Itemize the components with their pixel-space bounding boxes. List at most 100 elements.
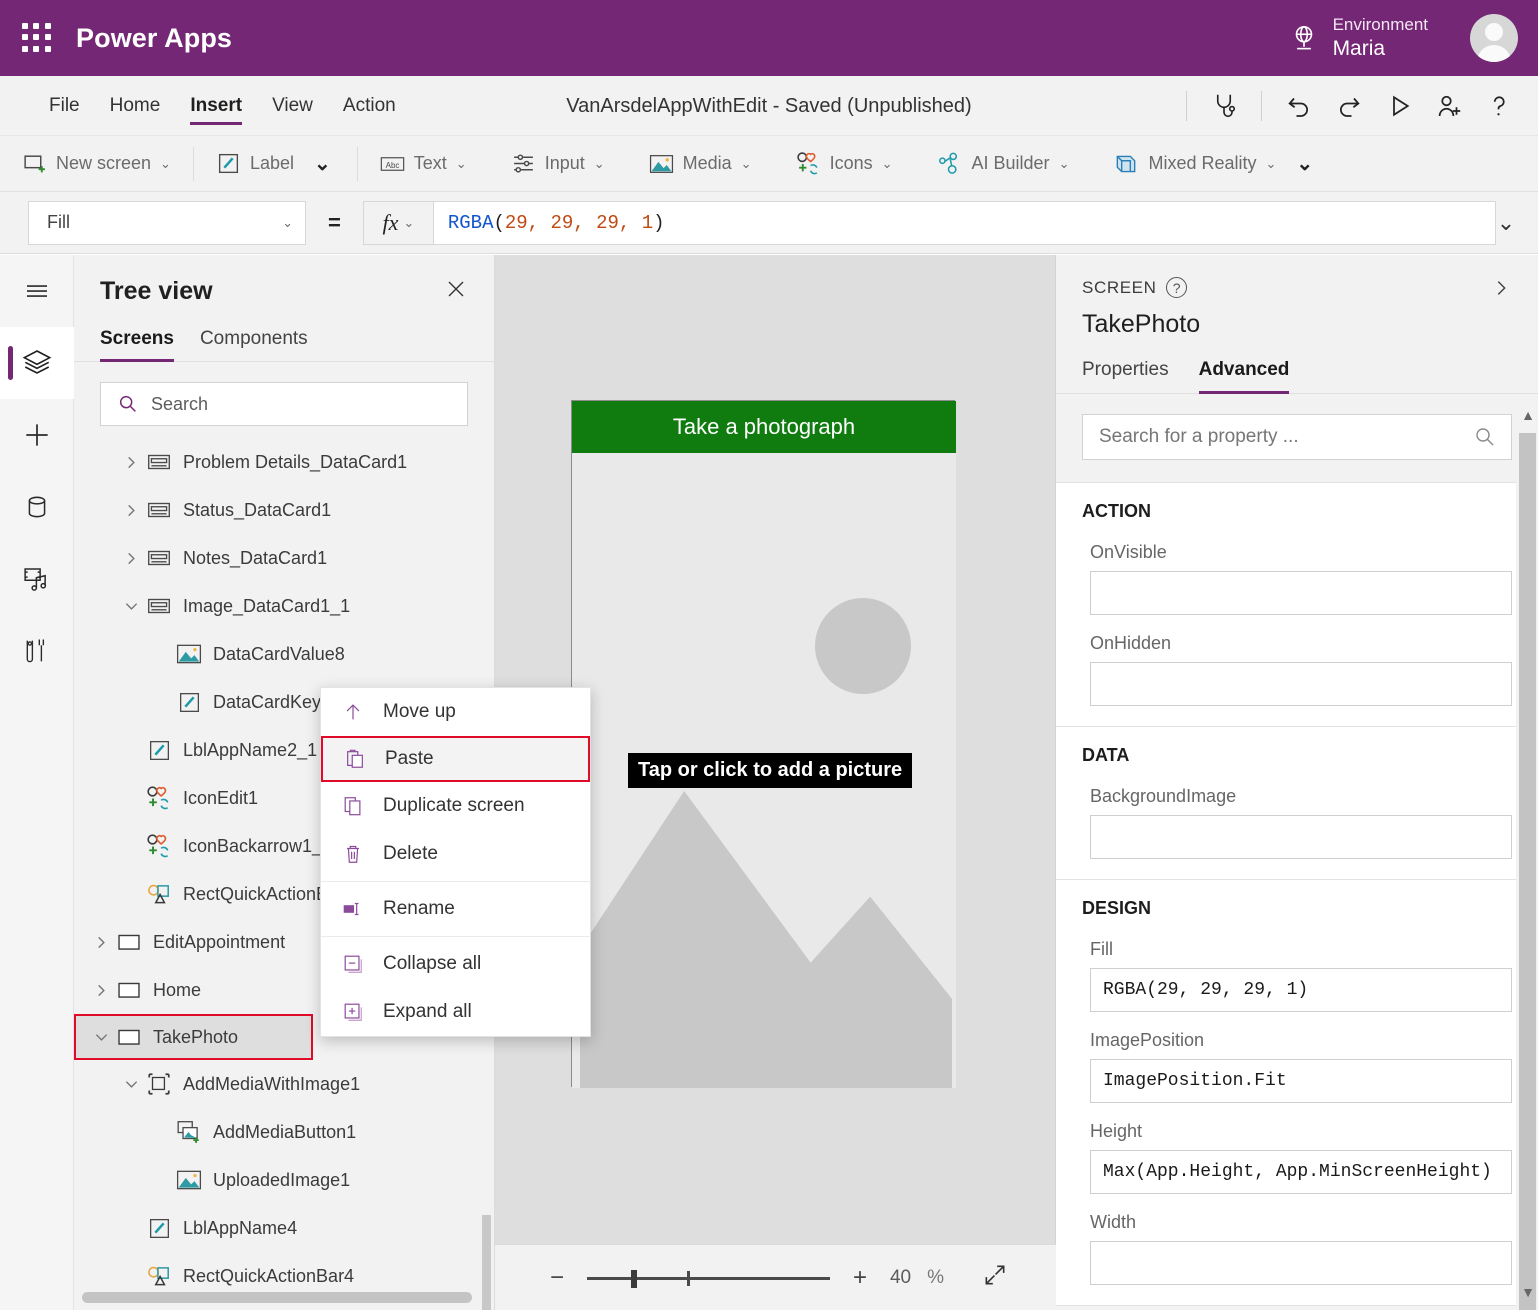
- ribbon-media-button[interactable]: Media ⌄: [641, 144, 760, 184]
- fx-label: fx: [382, 209, 399, 235]
- left-icon-rail: [0, 255, 74, 1310]
- tab-components[interactable]: Components: [200, 328, 308, 361]
- context-menu-item-duplicate-screen[interactable]: Duplicate screen: [321, 782, 590, 830]
- tree-item-takephoto[interactable]: TakePhoto: [74, 1014, 313, 1060]
- help-icon[interactable]: [1476, 83, 1522, 129]
- ribbon-overflow-chevron-icon[interactable]: ⌄: [1284, 151, 1325, 176]
- media-library-icon[interactable]: [0, 543, 74, 615]
- divider: [1186, 91, 1187, 121]
- property-value-input[interactable]: [1090, 662, 1512, 706]
- tree-item-label: AddMediaButton1: [213, 1121, 357, 1142]
- paste-icon: [343, 748, 367, 770]
- ribbon-mixed-reality-button[interactable]: Mixed Reality ⌄: [1105, 144, 1284, 184]
- hamburger-menu-icon[interactable]: [0, 255, 74, 327]
- property-value-input[interactable]: [1090, 571, 1512, 615]
- phone-screen-preview[interactable]: Take a photograph: [571, 400, 956, 1088]
- twisty-collapsed-icon[interactable]: [88, 935, 114, 950]
- tree-item-notes_datacard1[interactable]: Notes_DataCard1: [74, 534, 494, 582]
- fx-button[interactable]: fx ⌄: [362, 200, 433, 245]
- chevron-down-icon[interactable]: ⌄: [741, 156, 752, 172]
- twisty-collapsed-icon[interactable]: [88, 983, 114, 998]
- ribbon-group-input: Input ⌄: [489, 136, 627, 192]
- ribbon-ai-builder-button[interactable]: AI Builder ⌄: [929, 144, 1078, 184]
- chevron-down-icon[interactable]: ⌄: [594, 156, 605, 172]
- tree-item-label: LblAppName2_1: [183, 739, 318, 760]
- formula-input[interactable]: RGBA(29, 29, 29, 1): [432, 200, 1496, 245]
- chevron-right-icon[interactable]: [1490, 277, 1512, 306]
- help-circle-icon[interactable]: ?: [1166, 277, 1188, 298]
- tab-properties[interactable]: Properties: [1082, 359, 1169, 393]
- icon-control-icon: [144, 833, 174, 859]
- header-action-group: [1176, 76, 1522, 136]
- property-search-input[interactable]: Search for a property ...: [1082, 414, 1512, 460]
- context-menu-item-delete[interactable]: Delete: [321, 830, 590, 878]
- tab-advanced[interactable]: Advanced: [1198, 359, 1289, 394]
- tree-item-overflow-ellipsis[interactable]: ···: [462, 1018, 1528, 1310]
- tree-item-label: EditAppointment: [153, 931, 286, 952]
- context-menu-item-rename[interactable]: Rename: [321, 885, 590, 933]
- ribbon-input-button[interactable]: Input ⌄: [503, 144, 613, 184]
- context-menu-item-collapse-all[interactable]: Collapse all: [321, 940, 590, 988]
- property-value-input[interactable]: [1090, 815, 1512, 859]
- advanced-tools-icon[interactable]: [0, 615, 74, 687]
- ribbon-label-button[interactable]: Label: [208, 144, 302, 184]
- context-menu-item-expand-all[interactable]: Expand all: [321, 988, 590, 1036]
- share-app-icon[interactable]: [1426, 83, 1472, 129]
- tab-screens[interactable]: Screens: [100, 328, 174, 362]
- tree-item-uploadedimage1[interactable]: UploadedImage1: [74, 1156, 494, 1204]
- twisty-collapsed-icon[interactable]: [118, 455, 144, 470]
- insert-plus-icon[interactable]: [0, 399, 74, 471]
- tree-item-lblappname4[interactable]: LblAppName4: [74, 1204, 494, 1252]
- data-sources-icon[interactable]: [0, 471, 74, 543]
- tree-item-image_datacard1_1[interactable]: Image_DataCard1_1: [74, 582, 494, 630]
- menu-item-insert[interactable]: Insert: [175, 76, 257, 136]
- ribbon-icons-button[interactable]: Icons ⌄: [788, 144, 901, 184]
- chevron-down-icon[interactable]: ⌄: [160, 156, 171, 172]
- app-checker-icon[interactable]: [1201, 83, 1247, 129]
- tree-view-layers-icon[interactable]: [0, 327, 74, 399]
- app-launcher-icon[interactable]: [22, 23, 52, 53]
- twisty-expanded-icon[interactable]: [118, 1077, 144, 1092]
- ribbon-group-text: Abc Text ⌄: [358, 136, 489, 192]
- formula-bar-expand-icon[interactable]: ⌄: [1486, 192, 1526, 254]
- menu-item-home[interactable]: Home: [95, 76, 176, 136]
- ribbon-new-screen-button[interactable]: New screen ⌄: [14, 144, 179, 184]
- menu-item-action[interactable]: Action: [328, 76, 411, 136]
- tree-item-addmediabutton1[interactable]: AddMediaButton1: [74, 1108, 494, 1156]
- context-menu-item-paste[interactable]: Paste: [321, 736, 590, 782]
- chevron-down-icon[interactable]: ⌄: [456, 156, 467, 172]
- label-control-icon: [144, 1216, 174, 1241]
- twisty-collapsed-icon[interactable]: [118, 551, 144, 566]
- tree-item-datacardvalue8[interactable]: DataCardValue8: [74, 630, 494, 678]
- chevron-down-icon[interactable]: ⌄: [882, 156, 893, 172]
- ribbon-text-button[interactable]: Abc Text ⌄: [372, 144, 475, 184]
- environment-label: Environment: [1332, 14, 1428, 34]
- tree-item-status_datacard1[interactable]: Status_DataCard1: [74, 486, 494, 534]
- close-icon[interactable]: [444, 277, 468, 306]
- preview-app-icon[interactable]: [1376, 83, 1422, 129]
- menu-item-view[interactable]: View: [257, 76, 328, 136]
- twisty-expanded-icon[interactable]: [88, 1030, 114, 1045]
- property-value-input[interactable]: RGBA(29, 29, 29, 1): [1090, 968, 1512, 1012]
- tree-item-addmediawithimage1[interactable]: AddMediaWithImage1: [74, 1060, 494, 1108]
- undo-icon[interactable]: [1276, 83, 1322, 129]
- label-gallery-chevron-icon[interactable]: ⌄: [302, 151, 343, 176]
- twisty-collapsed-icon[interactable]: [118, 503, 144, 518]
- chevron-down-icon[interactable]: ⌄: [1266, 156, 1277, 172]
- twisty-expanded-icon[interactable]: [118, 599, 144, 614]
- menu-item-file[interactable]: File: [34, 76, 95, 136]
- property-selector-dropdown[interactable]: Fill ⌄: [28, 200, 306, 245]
- tree-search-input[interactable]: Search: [100, 382, 468, 426]
- chevron-down-icon[interactable]: ⌄: [1059, 156, 1070, 172]
- environment-selector[interactable]: Environment Maria: [1289, 0, 1428, 76]
- shape-control-icon: [144, 881, 174, 907]
- ribbon-label: AI Builder: [971, 153, 1050, 173]
- redo-icon[interactable]: [1326, 83, 1372, 129]
- screen-header-label: Take a photograph: [572, 401, 956, 453]
- duplicate-icon: [341, 795, 365, 817]
- context-menu-item-move-up[interactable]: Move up: [321, 688, 590, 736]
- user-avatar-icon[interactable]: [1470, 14, 1518, 62]
- tree-horizontal-scrollbar[interactable]: [82, 1292, 472, 1303]
- scroll-up-arrow-icon[interactable]: ▲: [1521, 407, 1535, 423]
- tree-item-problem details_datacard1[interactable]: Problem Details_DataCard1: [74, 438, 494, 486]
